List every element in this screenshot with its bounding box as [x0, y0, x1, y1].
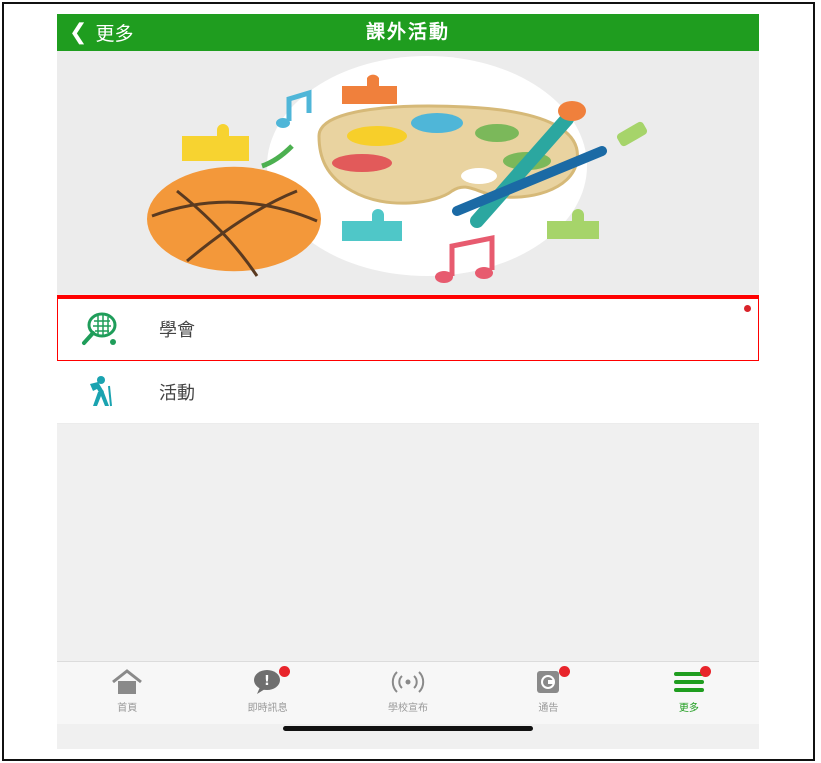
tab-label: 首頁	[117, 703, 138, 714]
tab-home[interactable]: 首頁	[57, 662, 197, 724]
chat-bubble-icon: !	[250, 666, 290, 696]
hero-illustration	[57, 51, 759, 294]
app-screen: ❮ 更多 課外活動 學會 活動 首頁 ! 即時訊息 學校宣布 通告 更多	[57, 14, 759, 749]
tab-notices[interactable]: 通告	[478, 662, 618, 724]
hiking-person-icon	[79, 372, 119, 412]
home-indicator[interactable]	[283, 726, 533, 731]
activities-illustration	[147, 56, 648, 283]
svg-text:!: !	[264, 674, 270, 689]
unread-dot	[744, 305, 751, 312]
list-item-societies[interactable]: 學會	[57, 295, 759, 364]
tennis-racket-icon	[79, 309, 119, 349]
notification-badge	[559, 666, 571, 677]
tab-label: 學校宣布	[388, 703, 429, 714]
broadcast-icon	[390, 668, 426, 696]
home-icon	[109, 668, 145, 696]
notice-icon	[530, 666, 571, 696]
menu-icon	[671, 666, 711, 696]
list-item-activities[interactable]: 活動	[57, 361, 759, 424]
tab-announcements[interactable]: 學校宣布	[338, 662, 478, 724]
notification-badge	[699, 666, 711, 677]
notification-badge	[278, 666, 290, 677]
list-item-label: 活動	[159, 383, 195, 404]
bottom-tab-bar: 首頁 ! 即時訊息 學校宣布 通告 更多	[57, 661, 759, 724]
tab-more[interactable]: 更多	[619, 662, 759, 724]
tab-label: 即時訊息	[247, 703, 288, 714]
page-title: 課外活動	[365, 21, 450, 43]
menu-list: 學會 活動	[57, 295, 759, 424]
tab-label: 通告	[538, 703, 559, 714]
nav-header: ❮ 更多 課外活動	[57, 14, 759, 51]
tab-label: 更多	[678, 703, 699, 714]
tab-messages[interactable]: ! 即時訊息	[197, 662, 337, 724]
list-item-label: 學會	[159, 320, 195, 341]
